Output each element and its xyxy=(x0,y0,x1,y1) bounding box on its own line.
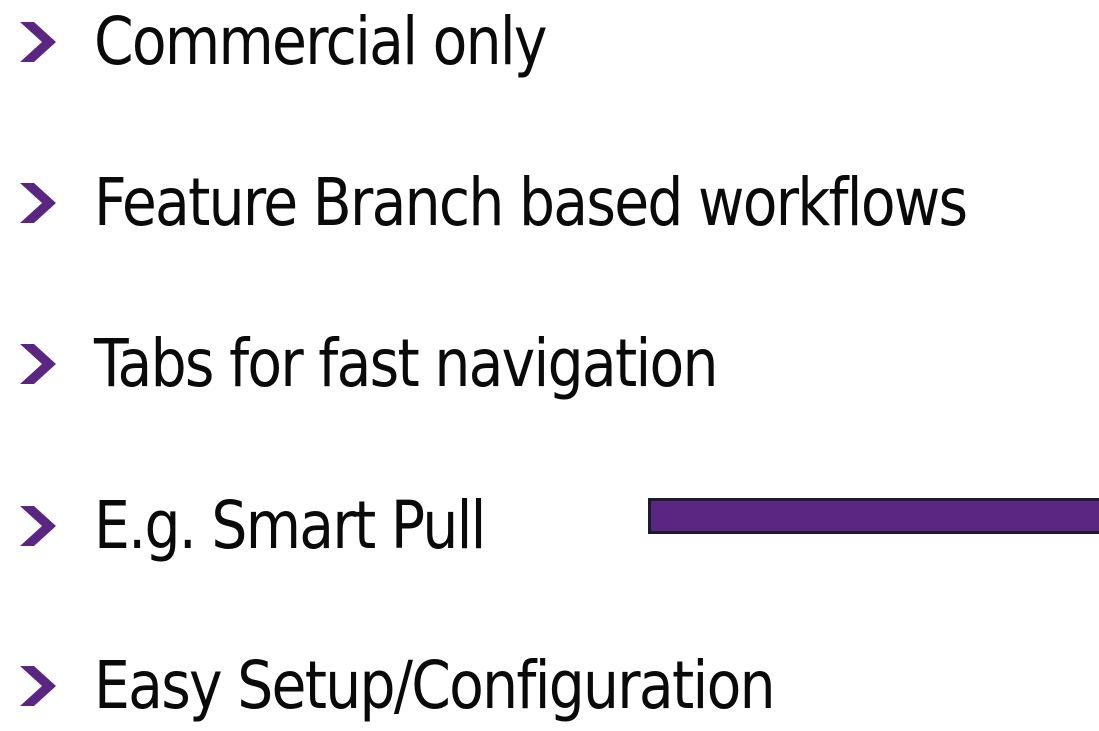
bullet-text-easy-setup: Easy Setup/Configuration xyxy=(94,647,776,724)
bullet-text-feature-branch: Feature Branch based workflows xyxy=(94,164,968,241)
list-item: E.g. Smart Pull xyxy=(18,481,548,571)
bullet-text-commercial-only: Commercial only xyxy=(94,3,548,80)
list-item: Feature Branch based workflows xyxy=(18,158,1099,248)
highlight-bar xyxy=(648,498,1099,534)
chevron-right-icon xyxy=(20,183,56,223)
chevron-right-icon xyxy=(20,666,56,706)
bullet-text-smart-pull: E.g. Smart Pull xyxy=(94,487,486,564)
list-item: Commercial only xyxy=(18,0,619,87)
list-item: Tabs for fast navigation xyxy=(18,319,818,409)
bullet-list: Commercial only Feature Branch based wor… xyxy=(0,0,1099,725)
chevron-right-icon xyxy=(20,344,56,384)
chevron-right-icon xyxy=(20,506,56,546)
bullet-text-tabs-navigation: Tabs for fast navigation xyxy=(94,325,719,402)
list-item: Easy Setup/Configuration xyxy=(18,641,885,731)
chevron-right-icon xyxy=(20,22,56,62)
